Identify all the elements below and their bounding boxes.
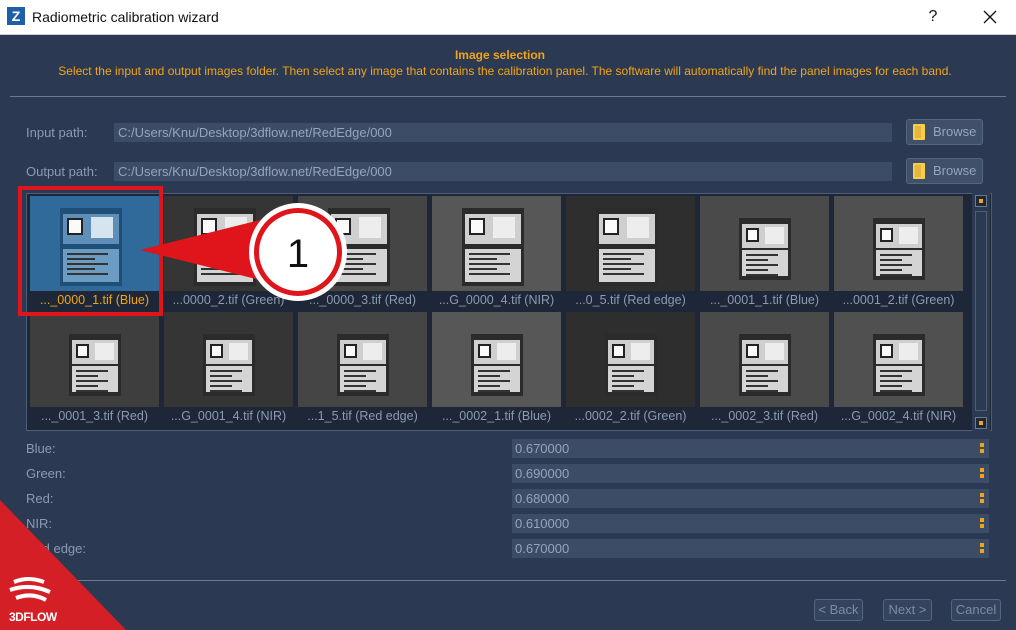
selection-highlight [18,186,163,316]
callout-number: 1 [287,232,309,276]
annotation-overlay: 1 [18,186,347,316]
logo-text: 3DFLOW [9,610,57,624]
